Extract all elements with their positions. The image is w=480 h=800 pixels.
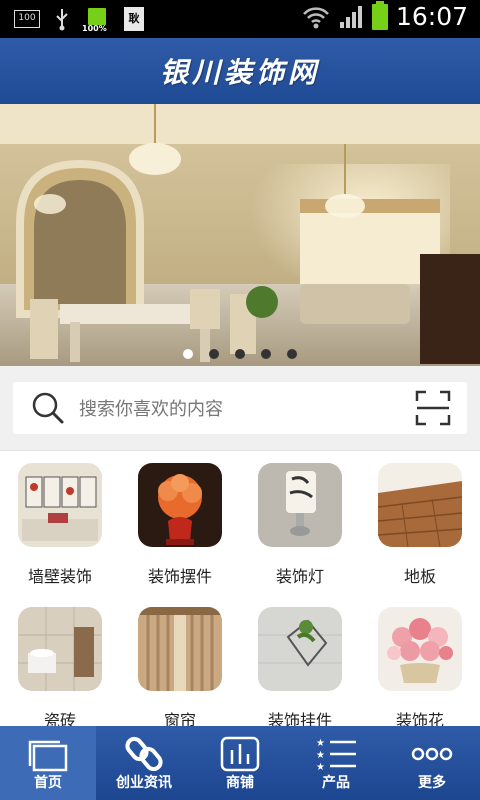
status-bar: 100 100% 耿 16:07	[0, 0, 480, 38]
tab-label: 商铺	[226, 775, 254, 791]
tab-business-news[interactable]: 创业资讯	[96, 726, 192, 800]
list-icon: ★ ★ ★	[316, 738, 356, 772]
category-label: 墙壁装饰	[27, 567, 92, 586]
banner-carousel[interactable]	[0, 104, 480, 366]
notification-icon: 耿	[124, 7, 144, 31]
tab-label: 更多	[418, 775, 446, 791]
search-icon[interactable]	[31, 391, 65, 425]
category-ornament[interactable]: 装饰摆件	[120, 451, 240, 589]
battery-icon	[371, 0, 388, 30]
search-input[interactable]: 搜索你喜欢的内容	[79, 395, 415, 421]
ornament-image	[138, 463, 222, 547]
scan-icon[interactable]	[415, 390, 451, 426]
svg-text:★: ★	[316, 750, 325, 761]
category-curtain[interactable]: 窗帘	[120, 595, 240, 733]
tab-label: 产品	[322, 775, 350, 791]
category-label: 装饰摆件	[147, 567, 212, 586]
curtain-image	[138, 607, 222, 691]
sim-icon: 100	[14, 10, 40, 28]
tab-shops[interactable]: 商铺	[192, 726, 288, 800]
category-tile[interactable]: 瓷砖	[0, 595, 120, 733]
bottom-tab-bar: 首页 创业资讯 商铺 ★ ★ ★ 产品 更多	[0, 726, 480, 800]
clock: 16:07	[395, 2, 468, 31]
tab-label: 首页	[34, 775, 62, 791]
search-bar[interactable]: 搜索你喜欢的内容	[13, 382, 467, 434]
usb-icon	[56, 9, 68, 31]
carousel-dot[interactable]	[183, 349, 193, 359]
signal-icon	[339, 5, 362, 28]
wall-decoration-image	[18, 463, 102, 547]
carousel-dot[interactable]	[235, 349, 245, 359]
carousel-dot[interactable]	[261, 349, 271, 359]
category-floor[interactable]: 地板	[360, 451, 480, 589]
carousel-dot[interactable]	[287, 349, 297, 359]
tab-more[interactable]: 更多	[384, 726, 480, 800]
category-decorative-flower[interactable]: 装饰花	[360, 595, 480, 733]
decorative-lamp-image	[258, 463, 342, 547]
category-wall-decoration[interactable]: 墙壁装饰	[0, 451, 120, 589]
tab-products[interactable]: ★ ★ ★ 产品	[288, 726, 384, 800]
wifi-icon	[303, 6, 329, 28]
category-decorative-lamp[interactable]: 装饰灯	[240, 451, 360, 589]
search-section: 搜索你喜欢的内容	[0, 366, 480, 450]
category-grid: 墙壁装饰 装饰摆件 装饰灯 地板 瓷砖 窗帘 装饰挂件 装饰花	[0, 450, 480, 730]
decorative-flower-image	[378, 607, 462, 691]
category-label: 装饰灯	[275, 567, 324, 586]
banner-image	[0, 104, 480, 366]
category-label: 地板	[403, 567, 436, 586]
home-icon	[28, 740, 68, 772]
svg-text:★: ★	[316, 738, 325, 749]
carousel-dot[interactable]	[209, 349, 219, 359]
wall-pendant-image	[258, 607, 342, 691]
tab-home[interactable]: 首页	[0, 726, 96, 800]
link-icon	[125, 736, 163, 772]
page-title: 银川装饰网	[159, 56, 320, 89]
floor-image	[378, 463, 462, 547]
category-wall-pendant[interactable]: 装饰挂件	[240, 595, 360, 733]
carousel-indicators	[0, 349, 480, 359]
chart-icon	[220, 736, 260, 772]
svg-text:★: ★	[316, 762, 325, 772]
tab-label: 创业资讯	[116, 775, 172, 791]
more-icon	[411, 747, 453, 761]
tile-image	[18, 607, 102, 691]
app-header: 银川装饰网	[0, 38, 480, 104]
battery-status-icon: 100%	[82, 6, 110, 33]
